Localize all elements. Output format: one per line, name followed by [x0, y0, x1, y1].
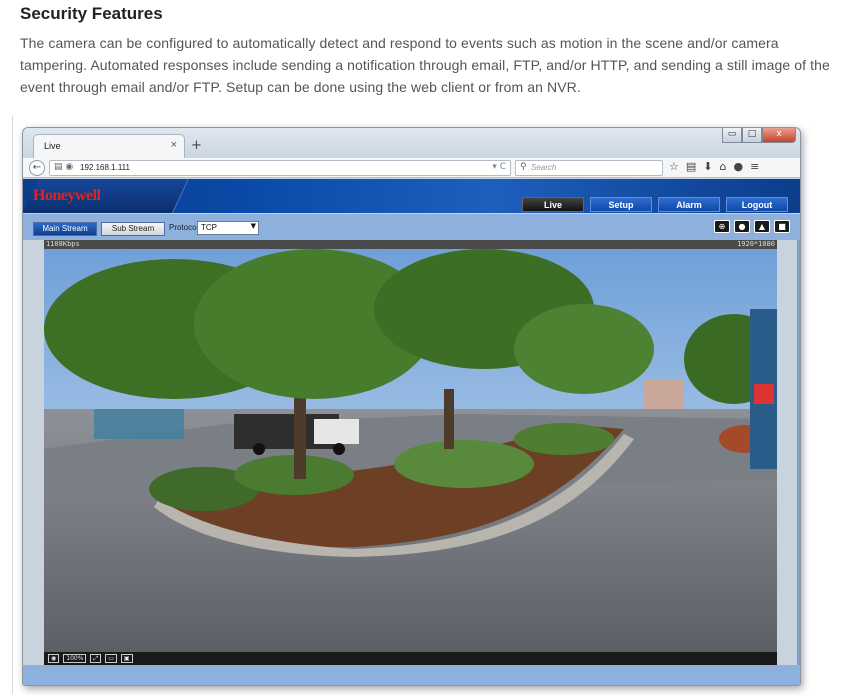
browser-navbar: ← ▤ ◉ 192.168.1.111 ▾ C ⚲ Search ☆ ▤ ⬇ ⌂…: [23, 158, 800, 178]
main-stream-button[interactable]: Main Stream: [33, 222, 97, 236]
doc-title: Security Features: [20, 4, 163, 23]
protocol-value: TCP: [201, 223, 217, 232]
main-menu: Live Setup Alarm Logout: [522, 197, 788, 212]
figure-border: [12, 116, 13, 694]
browser-titlebar: Live × + ▭ □ x: [23, 128, 800, 158]
browser-tab[interactable]: Live ×: [33, 134, 185, 158]
home-icon[interactable]: ⌂: [720, 160, 727, 173]
browser-window: Live × + ▭ □ x ← ▤ ◉ 192.168.1.111 ▾ C ⚲…: [22, 127, 801, 686]
menu-live-button[interactable]: Live: [522, 197, 584, 212]
resolution-readout: 1920*1080: [737, 240, 775, 248]
menu-icon[interactable]: ≡: [750, 160, 759, 173]
search-input[interactable]: ⚲ Search: [515, 160, 663, 176]
page-info-icon[interactable]: ▤ ◉: [54, 162, 73, 172]
fullscreen-icon[interactable]: ▣: [120, 654, 133, 663]
video-toolbar-icons: ◉ 100% ⤢ ▭ ▣: [48, 654, 133, 663]
tab-label: Live: [44, 141, 61, 151]
video-toolbar: ◉ 100% ⤢ ▭ ▣: [44, 652, 777, 665]
scrollbar[interactable]: [797, 240, 800, 665]
reload-icon[interactable]: ▾ C: [492, 162, 506, 172]
stream-controls: Main Stream Sub Stream Protocol TCP ▼ ⊕ …: [23, 214, 800, 240]
url-bar[interactable]: ▤ ◉ 192.168.1.111 ▾ C: [49, 160, 511, 176]
back-arrow-icon[interactable]: ←: [29, 160, 45, 176]
download-icon[interactable]: ⬇: [703, 160, 712, 173]
protocol-select[interactable]: TCP ▼: [197, 221, 259, 235]
close-window-button[interactable]: x: [762, 128, 796, 143]
search-placeholder: Search: [531, 163, 557, 172]
chat-icon[interactable]: ●: [733, 160, 743, 173]
minimize-button[interactable]: ▭: [722, 128, 742, 143]
doc-body: The camera can be configured to automati…: [20, 35, 830, 95]
new-tab-button[interactable]: +: [191, 138, 202, 153]
url-text: 192.168.1.111: [80, 163, 130, 172]
bookmark-star-icon[interactable]: ☆: [669, 160, 679, 173]
fit-window-icon[interactable]: ⤢: [90, 654, 102, 663]
honeywell-logo: Honeywell: [33, 187, 101, 204]
app-banner: Honeywell Live Setup Alarm Logout: [23, 179, 800, 213]
maximize-button[interactable]: □: [742, 128, 762, 143]
record-controls: ⊕ ● ▲ ■: [714, 220, 790, 233]
menu-alarm-button[interactable]: Alarm: [658, 197, 720, 212]
record-video-icon[interactable]: ■: [774, 220, 790, 233]
video-frame-image: [44, 249, 777, 652]
search-icon: ⚲: [520, 162, 527, 172]
image-icon[interactable]: ▲: [754, 220, 770, 233]
sub-stream-button[interactable]: Sub Stream: [101, 222, 165, 236]
zoom-in-icon[interactable]: ⊕: [714, 220, 730, 233]
aspect-ratio-icon[interactable]: ▭: [105, 654, 117, 663]
tab-close-icon[interactable]: ×: [171, 139, 177, 151]
protocol-label: Protocol: [169, 223, 199, 232]
bitrate-readout: 1108Kbps: [46, 240, 80, 248]
menu-setup-button[interactable]: Setup: [590, 197, 652, 212]
chevron-down-icon: ▼: [250, 222, 256, 230]
window-controls: ▭ □ x: [722, 128, 796, 143]
clipboard-icon[interactable]: ▤: [686, 160, 696, 173]
snapshot-icon[interactable]: ●: [734, 220, 750, 233]
stream-info-bar: 1108Kbps 1920*1080: [44, 240, 777, 249]
live-video-feed[interactable]: [44, 249, 777, 652]
browser-toolbar-icons: ☆ ▤ ⬇ ⌂ ● ≡: [669, 160, 759, 173]
window-footer: [23, 665, 800, 685]
ptz-icon[interactable]: ◉: [48, 654, 60, 663]
zoom-100-button[interactable]: 100%: [63, 654, 87, 663]
menu-logout-button[interactable]: Logout: [726, 197, 788, 212]
